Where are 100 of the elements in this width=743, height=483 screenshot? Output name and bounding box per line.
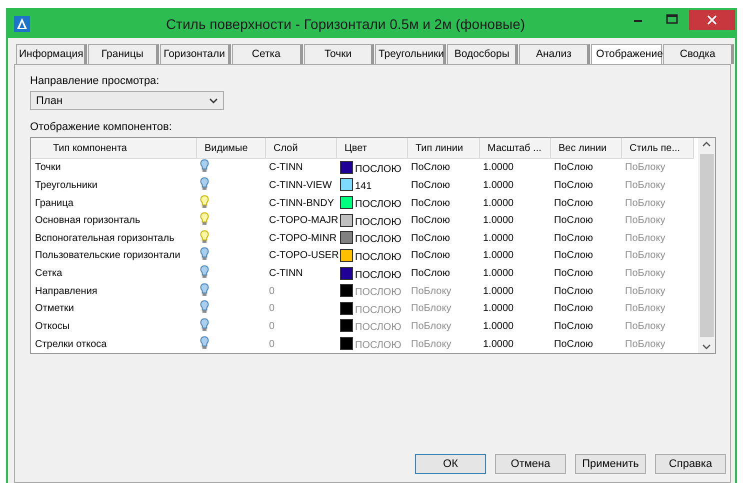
table-cell-text: 1.0000 [482,284,515,299]
color-swatch[interactable] [340,160,353,174]
table-cell-text: 0 [268,320,276,334]
light-bulb-icon[interactable] [200,194,209,209]
table-cell-text: 1.0000 [482,320,515,334]
tab[interactable]: Треугольники [375,44,446,64]
table-cell-text: ПоБлоку [624,249,666,264]
table-cell-text: ПоСлою [410,214,451,228]
color-swatch[interactable] [340,231,353,244]
table-cell-text: ПоБлоку [624,320,666,334]
column-header[interactable]: Видимые [196,138,265,158]
tab[interactable]: Горизонтали [160,44,231,64]
dialog-button[interactable]: ОК [415,454,486,474]
color-swatch[interactable] [340,266,353,280]
dialog-button[interactable]: Применить [575,454,646,474]
table-cell-text: ПоСлою [553,302,594,316]
dropdown-value: План [36,94,63,106]
table-cell-text: 1.0000 [482,338,515,352]
table-cell-text: ПоСлою [410,249,451,264]
tab[interactable]: Сводка [663,44,734,64]
app-logo-icon [14,16,30,32]
color-swatch[interactable] [340,284,353,298]
table-cell: ПОСЛОЮ [355,270,402,281]
table-cell-text: C-TOPO-MAJR [268,214,336,228]
table-cell-text: 1.0000 [482,214,515,228]
table-cell-text: C-TINN [268,267,304,282]
view-direction-dropdown[interactable]: План [30,91,224,110]
color-swatch[interactable] [340,302,353,315]
table-cell-text: 1.0000 [482,302,515,316]
tab[interactable]: Отображение [591,44,662,64]
color-swatch[interactable] [340,248,353,262]
dialog-button[interactable]: Справка [655,454,726,474]
light-bulb-icon[interactable] [200,247,209,262]
light-bulb-icon[interactable] [200,300,209,314]
table-cell-text: ПоСлою [410,232,451,246]
light-bulb-icon[interactable] [200,336,209,350]
components-label: Отображение компонентов: [30,121,173,133]
table-cell-text: 0 [268,284,276,299]
table-cell: ПоСлою [407,158,479,177]
light-bulb-icon[interactable] [200,282,209,297]
tab[interactable]: Точки [304,44,374,64]
table-cell-text: C-TINN-VIEW [268,178,333,193]
tab[interactable]: Анализ [519,44,590,64]
table-cell-text: Основная горизонталь [34,214,142,228]
color-swatch[interactable] [340,196,353,210]
table-cell-text: ПоБлоку [624,302,666,316]
table-cell-text: C-TOPO-USER [268,249,336,264]
color-swatch[interactable] [340,337,353,350]
table-cell: ПОСЛОЮ [355,252,402,263]
column-header[interactable]: Цвет [336,138,407,158]
chevron-down-icon [209,98,218,104]
column-header[interactable]: Слой [265,138,336,158]
light-bulb-icon[interactable] [200,318,209,332]
table-cell-text: ПоСлою [553,178,594,193]
color-swatch[interactable] [340,319,353,332]
table-cell: ПОСЛОЮ [355,234,402,246]
table-cell-text: Откосы [34,320,71,334]
table-cell: ПОСЛОЮ [355,199,402,210]
tab[interactable]: Сетка [232,44,303,64]
table-cell-text: 1.0000 [482,267,515,282]
table-cell-text: Сетка [34,267,64,282]
table-cell-text: ПоБлоку [410,302,452,316]
scrollbar[interactable] [698,138,715,353]
table-cell-text: 1.0000 [482,249,515,264]
table-cell-text: 1.0000 [482,196,515,211]
column-header[interactable]: Стиль пе... [621,138,693,158]
tab[interactable]: Информация [16,44,87,64]
scrollbar-thumb[interactable] [700,154,714,337]
column-header[interactable]: Тип линии [407,138,479,158]
table-cell-text: ПоСлою [553,338,594,352]
column-header[interactable]: Тип компонента [31,138,196,158]
table-cell-text: Граница [34,196,74,211]
column-header[interactable]: Масштаб ... [479,138,550,158]
tab[interactable]: Границы [88,44,159,64]
table-cell-text: ПоСлою [410,178,451,193]
color-swatch[interactable] [340,214,353,227]
light-bulb-icon[interactable] [200,230,209,244]
table-cell-text: Стрелки откоса [34,338,108,352]
close-icon[interactable] [689,10,735,30]
column-header[interactable]: Вес линии [550,138,621,158]
table-cell-text: C-TINN-BNDY [268,196,335,211]
light-bulb-icon[interactable] [200,212,209,226]
light-bulb-icon[interactable] [200,265,209,280]
light-bulb-icon[interactable] [200,176,209,191]
table-cell: ПОСЛОЮ [355,340,402,352]
table-cell-text: Треугольники [34,178,98,193]
light-bulb-icon[interactable] [200,159,209,174]
table-cell-text: ПоСлою [553,232,594,246]
table-cell-text: ПоСлою [553,320,594,334]
table-cell-text: ПоБлоку [624,196,666,211]
table-cell: 141 [355,181,372,192]
tab[interactable]: Водосборы [447,44,518,64]
dialog-button[interactable]: Отмена [495,454,566,474]
table-cell-text: ПоБлоку [624,338,666,352]
table-cell-text: ПоСлою [553,196,594,211]
window-title: Стиль поверхности - Горизонтали 0.5м и 2м (фоновые) [164,16,526,32]
table-cell-text: ПоБлоку [624,214,666,228]
table-cell-text: Вспоногательная горизонталь [34,232,176,246]
color-swatch[interactable] [340,178,353,192]
table-cell-text: ПоСлою [410,196,451,211]
